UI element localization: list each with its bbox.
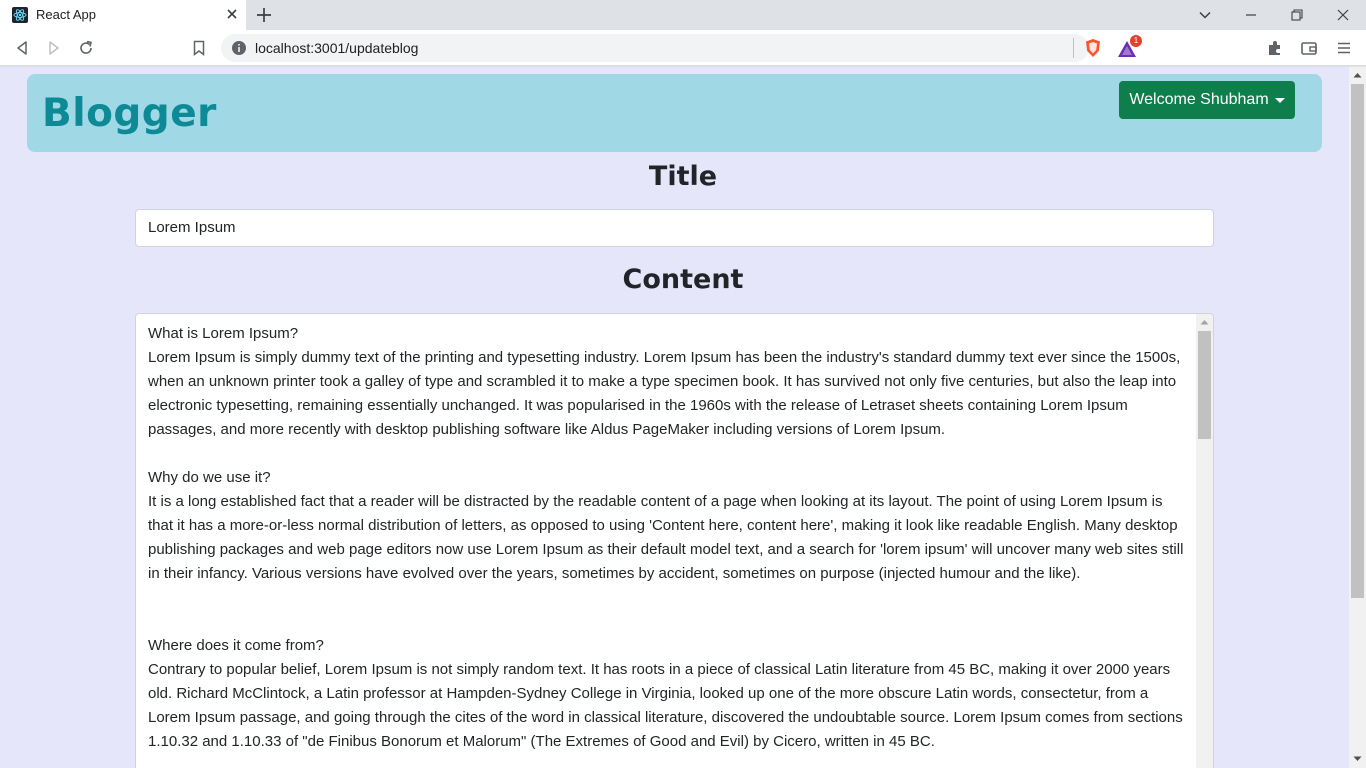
content-text: What is Lorem Ipsum? Lorem Ipsum is simp…: [148, 325, 1184, 750]
tab-search-button[interactable]: [1182, 0, 1228, 30]
minimize-icon: [1246, 14, 1256, 16]
user-menu-button[interactable]: Welcome Shubham: [1119, 81, 1295, 119]
minimize-button[interactable]: [1228, 0, 1274, 30]
close-icon: [1337, 9, 1349, 21]
browser-toolbar: localhost:3001/updateblog 1: [0, 30, 1366, 66]
brave-shield-icon[interactable]: [1083, 38, 1103, 58]
caret-down-icon: [1274, 97, 1285, 103]
page-viewport: Blogger Welcome Shubham Title Lorem Ipsu…: [0, 67, 1366, 768]
omnibox-divider: [1073, 38, 1074, 58]
scroll-up-arrow-icon[interactable]: [1200, 319, 1209, 325]
scroll-down-arrow-icon[interactable]: [1353, 756, 1362, 762]
brand-logo[interactable]: Blogger: [42, 91, 217, 136]
scroll-up-arrow-icon[interactable]: [1353, 72, 1362, 78]
extensions-icon[interactable]: [1266, 39, 1284, 57]
textarea-scroll-thumb[interactable]: [1198, 331, 1211, 439]
tab-title: React App: [36, 7, 96, 22]
content-heading: Content: [622, 264, 744, 295]
browser-tab[interactable]: React App: [0, 0, 246, 30]
user-menu-label: Welcome Shubham: [1129, 91, 1269, 108]
wallet-icon[interactable]: [1300, 39, 1318, 57]
react-logo-icon: [12, 7, 28, 23]
close-tab-icon[interactable]: [224, 6, 240, 22]
bookmark-icon[interactable]: [190, 39, 208, 57]
close-window-button[interactable]: [1320, 0, 1366, 30]
textarea-scrollbar[interactable]: [1196, 314, 1213, 768]
content-textarea[interactable]: What is Lorem Ipsum? Lorem Ipsum is simp…: [135, 313, 1214, 768]
site-info-icon[interactable]: [231, 40, 247, 56]
page-scrollbar[interactable]: [1349, 67, 1366, 768]
reload-icon[interactable]: [77, 39, 95, 57]
navbar: Blogger Welcome Shubham: [27, 74, 1322, 152]
chevron-down-icon: [1199, 11, 1211, 19]
url-text: localhost:3001/updateblog: [255, 40, 419, 56]
page-scroll-thumb[interactable]: [1351, 84, 1364, 598]
brave-rewards-button[interactable]: 1: [1117, 35, 1145, 59]
back-icon[interactable]: [13, 39, 31, 57]
forward-icon[interactable]: [45, 39, 63, 57]
title-input[interactable]: Lorem Ipsum: [135, 209, 1214, 247]
title-heading: Title: [648, 161, 718, 192]
restore-icon: [1291, 9, 1303, 21]
new-tab-icon[interactable]: [255, 6, 273, 24]
address-bar[interactable]: localhost:3001/updateblog: [221, 34, 1089, 62]
notification-badge: 1: [1130, 35, 1142, 47]
restore-button[interactable]: [1274, 0, 1320, 30]
tab-strip: React App: [0, 0, 1366, 30]
menu-icon[interactable]: [1335, 39, 1353, 57]
